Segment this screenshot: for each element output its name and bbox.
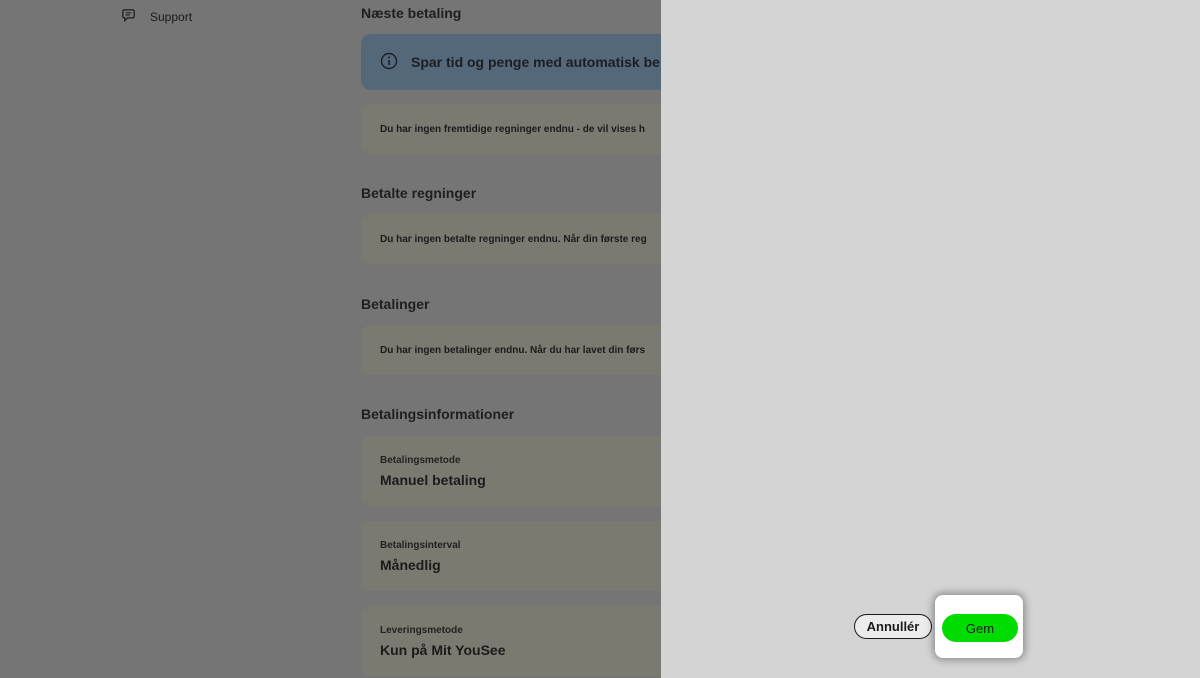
field-value: Månedlig bbox=[380, 557, 441, 573]
section-title-paid-bills: Betalte regninger bbox=[361, 185, 477, 201]
side-drawer: Annullér Gem bbox=[661, 0, 1200, 678]
chat-bubble-icon bbox=[121, 8, 136, 26]
field-value: Kun på Mit YouSee bbox=[380, 642, 506, 658]
sidebar-item-support[interactable]: Support bbox=[121, 8, 192, 26]
section-title-payments: Betalinger bbox=[361, 296, 430, 312]
field-label: Betalingsinterval bbox=[380, 540, 461, 551]
payment-interval-card[interactable]: Betalingsinterval Månedlig bbox=[361, 521, 661, 591]
info-banner-text: Spar tid og penge med automatisk be bbox=[411, 54, 660, 70]
empty-state-paid-bills: Du har ingen betalte regninger endnu. Nå… bbox=[361, 214, 661, 264]
main-content: Næste betaling Spar tid og penge med aut… bbox=[361, 0, 661, 678]
section-title-next-payment: Næste betaling bbox=[361, 5, 462, 21]
field-value: Manuel betaling bbox=[380, 472, 486, 488]
empty-state-future-bills: Du har ingen fremtidige regninger endnu … bbox=[361, 104, 661, 154]
info-icon bbox=[380, 52, 398, 73]
empty-state-payments: Du har ingen betalinger endnu. Når du ha… bbox=[361, 325, 661, 375]
field-label: Leveringsmetode bbox=[380, 625, 463, 636]
field-label: Betalingsmetode bbox=[380, 455, 461, 466]
section-title-payment-info: Betalingsinformationer bbox=[361, 406, 515, 422]
delivery-method-card[interactable]: Leveringsmetode Kun på Mit YouSee bbox=[361, 606, 661, 676]
cancel-button[interactable]: Annullér bbox=[854, 614, 932, 639]
autopay-info-banner[interactable]: Spar tid og penge med automatisk be bbox=[361, 34, 661, 90]
save-button[interactable]: Gem bbox=[942, 614, 1018, 642]
sidebar-item-label: Support bbox=[150, 10, 193, 24]
save-button-highlight: Gem bbox=[935, 595, 1023, 658]
payment-method-card[interactable]: Betalingsmetode Manuel betaling bbox=[361, 436, 661, 506]
